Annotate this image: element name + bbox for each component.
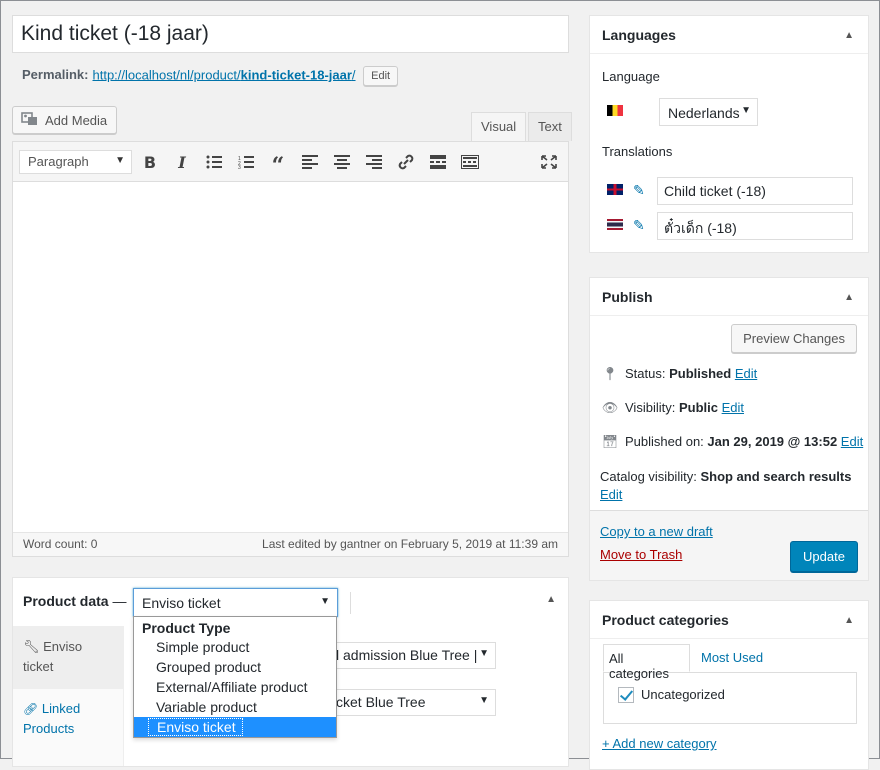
bullet-list-icon[interactable] (203, 151, 225, 173)
option-simple-product[interactable]: Simple product (134, 637, 336, 657)
option-enviso-ticket[interactable]: Enviso ticket (134, 717, 336, 737)
visibility-row: 👁︎ Visibility: Public Edit (601, 400, 745, 415)
chevron-down-icon: ▼ (115, 155, 125, 166)
be-flag-icon (607, 105, 623, 116)
translation-th-input[interactable]: ตั๋วเด็ก (-18) (657, 212, 853, 240)
product-type-select[interactable]: Enviso ticket ▼ (133, 588, 338, 617)
product-data-title: Product data — (23, 593, 127, 609)
collapse-icon[interactable]: ▲ (546, 594, 556, 605)
language-select[interactable]: Nederlands ▼ (659, 98, 758, 126)
gb-flag-icon (607, 184, 623, 195)
permalink-edit-button[interactable]: Edit (363, 66, 399, 86)
read-more-icon[interactable] (427, 151, 449, 173)
last-edited: Last edited by gantner on February 5, 20… (262, 537, 558, 551)
uncategorized-checkbox[interactable] (618, 687, 634, 703)
fullscreen-icon[interactable] (538, 151, 560, 173)
link-icon[interactable] (395, 151, 417, 173)
format-select[interactable]: Paragraph ▼ (19, 150, 132, 174)
languages-header[interactable]: Languages ▲ (590, 16, 868, 54)
pencil-icon[interactable]: ✎ (633, 182, 645, 199)
divider (350, 592, 351, 614)
add-media-label: Add Media (45, 112, 108, 128)
word-count: Word count: 0 (23, 537, 98, 551)
publish-box: Publish ▲ Preview Changes 📍︎ Status: Publi… (589, 277, 869, 581)
svg-text:3: 3 (238, 165, 241, 169)
bold-icon[interactable]: B (139, 151, 161, 173)
tab-all-categories[interactable]: All categories (603, 644, 690, 681)
post-title-input[interactable]: Kind ticket (-18 jaar) (12, 15, 569, 53)
media-icon (21, 111, 39, 130)
option-grouped-product[interactable]: Grouped product (134, 657, 336, 677)
collapse-icon[interactable]: ▲ (844, 292, 854, 303)
status-edit-link[interactable]: Edit (735, 366, 757, 381)
catalog-edit-link[interactable]: Edit (600, 487, 622, 502)
languages-box: Languages ▲ Language Nederlands ▼ Translat… (589, 15, 869, 253)
permalink-row: Permalink: http://localhost/nl/product/ki… (22, 66, 399, 86)
option-variable-product[interactable]: Variable product (134, 697, 336, 717)
dropdown-group-label: Product Type (142, 620, 231, 636)
catalog-visibility-row: Catalog visibility: Shop and search resu… (600, 469, 852, 502)
permalink-label: Permalink: (22, 67, 89, 83)
eye-icon: 👁︎ (601, 400, 619, 415)
calendar-icon: 📅︎ (601, 434, 619, 449)
collapse-icon[interactable]: ▲ (844, 30, 854, 41)
language-label: Language (602, 69, 660, 84)
copy-draft-link[interactable]: Copy to a new draft (600, 524, 713, 539)
th-flag-icon (607, 219, 623, 230)
italic-icon[interactable]: I (171, 151, 193, 173)
published-on-row: 📅︎ Published on: Jan 29, 2019 @ 13:52 Edi… (601, 434, 864, 449)
chevron-down-icon: ▼ (479, 648, 489, 659)
chevron-down-icon: ▼ (741, 105, 751, 116)
permalink-link[interactable]: http://localhost/nl/product/kind-ticket-… (92, 67, 355, 82)
content-editor[interactable]: Paragraph ▼ B I 123 “ Word count: 0 Last… (12, 141, 569, 557)
visibility-edit-link[interactable]: Edit (722, 400, 744, 415)
move-to-trash-link[interactable]: Move to Trash (600, 547, 682, 562)
enviso-ticket-select[interactable]: l admission Blue Tree | ▼ (329, 642, 496, 669)
chevron-down-icon: ▼ (320, 596, 330, 607)
tab-enviso-ticket[interactable]: 🔧︎ Enviso ticket (13, 627, 124, 688)
product-type-dropdown[interactable]: Product Type Simple product Grouped prod… (133, 616, 337, 738)
collapse-icon[interactable]: ▲ (844, 615, 854, 626)
preview-changes-button[interactable]: Preview Changes (731, 324, 857, 353)
product-categories-box: Product categories ▲ All categories Most … (589, 600, 869, 770)
align-center-icon[interactable] (331, 151, 353, 173)
update-button[interactable]: Update (790, 541, 858, 572)
option-external-product[interactable]: External/Affiliate product (134, 677, 336, 697)
align-right-icon[interactable] (363, 151, 385, 173)
wrench-icon: 🔧︎ (23, 639, 40, 654)
align-left-icon[interactable] (299, 151, 321, 173)
pin-icon: 📍︎ (601, 366, 619, 381)
enviso-venue-select[interactable]: cket Blue Tree ▼ (329, 689, 496, 716)
add-media-button[interactable]: Add Media (12, 106, 118, 134)
tab-visual[interactable]: Visual (471, 112, 527, 141)
publish-header[interactable]: Publish ▲ (590, 278, 868, 316)
status-row: 📍︎ Status: Published Edit (601, 366, 758, 381)
editor-toolbar: Paragraph ▼ B I 123 “ (13, 142, 568, 182)
editor-statusbar: Word count: 0 Last edited by gantner on … (13, 532, 568, 556)
category-label: Uncategorized (641, 687, 725, 702)
tab-linked-products[interactable]: 🔗︎ Linked Products (13, 688, 124, 749)
blockquote-icon[interactable]: “ (267, 151, 289, 179)
publish-actions: Copy to a new draft Move to Trash Update (590, 510, 868, 580)
product-data-tabs: 🔧︎ Enviso ticket 🔗︎ Linked Products (13, 626, 124, 766)
pencil-icon[interactable]: ✎ (633, 217, 645, 234)
categories-header[interactable]: Product categories ▲ (590, 601, 868, 639)
published-edit-link[interactable]: Edit (841, 434, 863, 449)
chevron-down-icon: ▼ (479, 695, 489, 706)
translation-en-input[interactable]: Child ticket (-18) (657, 177, 853, 205)
translations-label: Translations (602, 144, 673, 159)
tab-most-used[interactable]: Most Used (701, 650, 763, 665)
add-new-category-link[interactable]: + Add new category (602, 736, 717, 751)
numbered-list-icon[interactable]: 123 (235, 151, 257, 173)
toolbar-toggle-icon[interactable] (459, 151, 481, 173)
link-icon: 🔗︎ (23, 702, 39, 716)
tab-text[interactable]: Text (528, 112, 572, 141)
